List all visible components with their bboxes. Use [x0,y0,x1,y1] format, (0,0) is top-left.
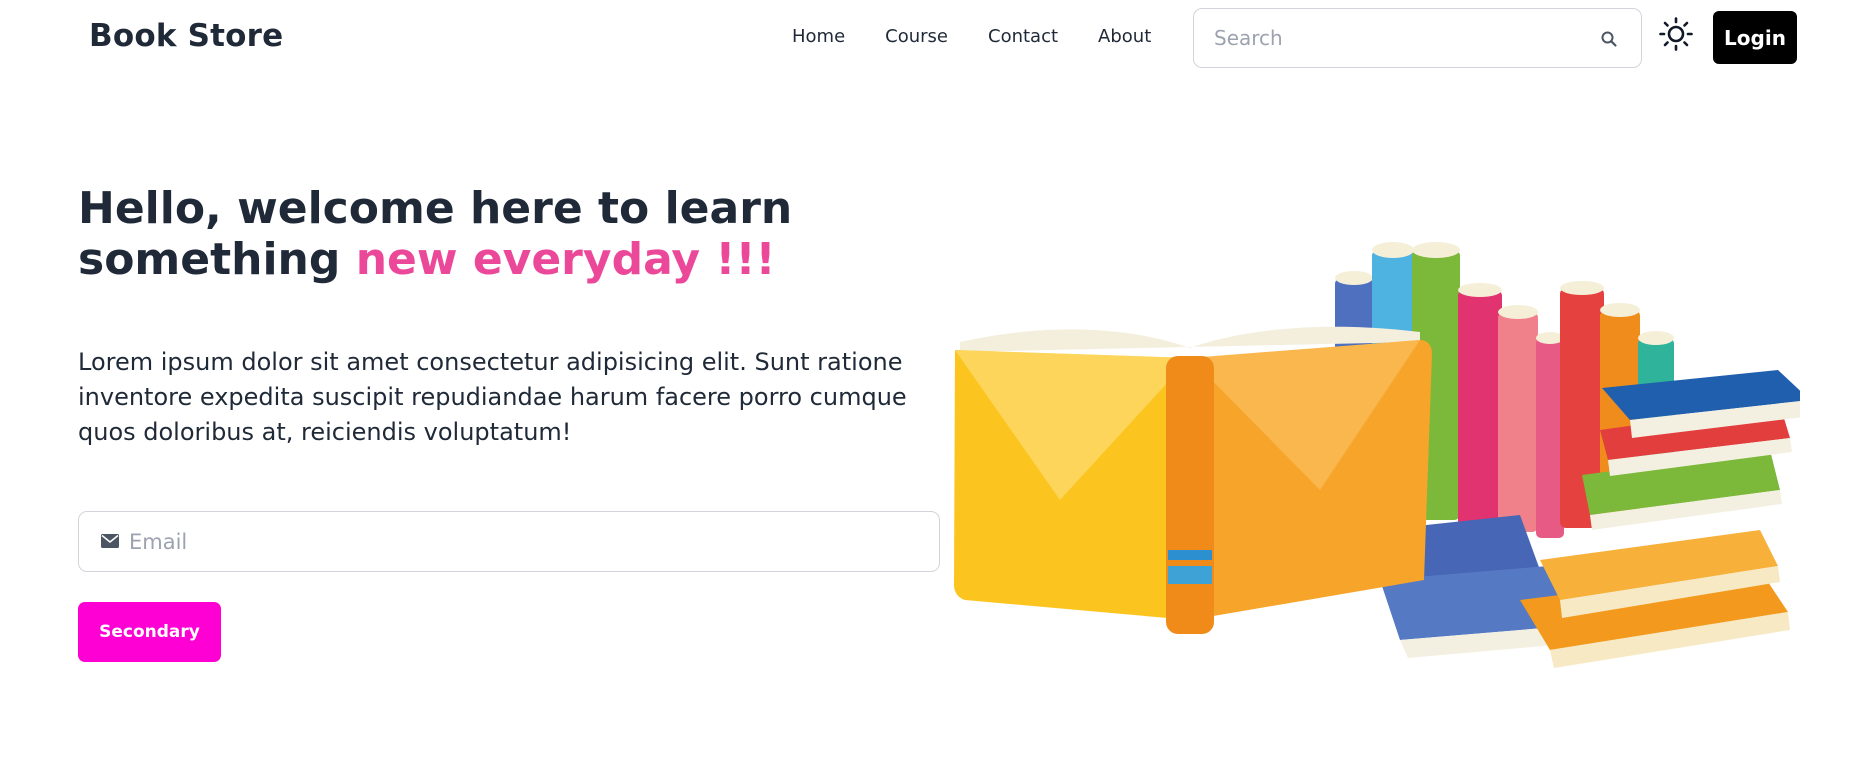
nav-link-about[interactable]: About [1098,26,1151,47]
secondary-button[interactable]: Secondary [78,602,221,662]
nav-link-contact[interactable]: Contact [988,26,1058,47]
search-icon[interactable] [1600,30,1618,48]
envelope-icon [101,534,119,548]
search-box [1193,8,1642,68]
nav-link-home[interactable]: Home [792,26,845,47]
sun-icon[interactable] [1658,16,1694,52]
hero-description: Lorem ipsum dolor sit amet consectetur a… [78,348,907,446]
nav-link-course[interactable]: Course [885,26,948,47]
books-illustration [954,242,1800,668]
hero-title-accent: new everyday !!! [355,234,776,285]
open-book [954,326,1432,634]
brand-logo[interactable]: Book Store [89,18,283,54]
email-input[interactable] [129,512,919,571]
hero-title: Hello, welcome here to learn something n… [78,183,838,285]
nav-menu: Home Course Contact About [792,26,1151,47]
search-input[interactable] [1214,9,1574,67]
login-button[interactable]: Login [1713,11,1797,64]
email-field-wrapper [78,511,940,572]
navbar: Book Store Home Course Contact About Log… [0,0,1858,76]
